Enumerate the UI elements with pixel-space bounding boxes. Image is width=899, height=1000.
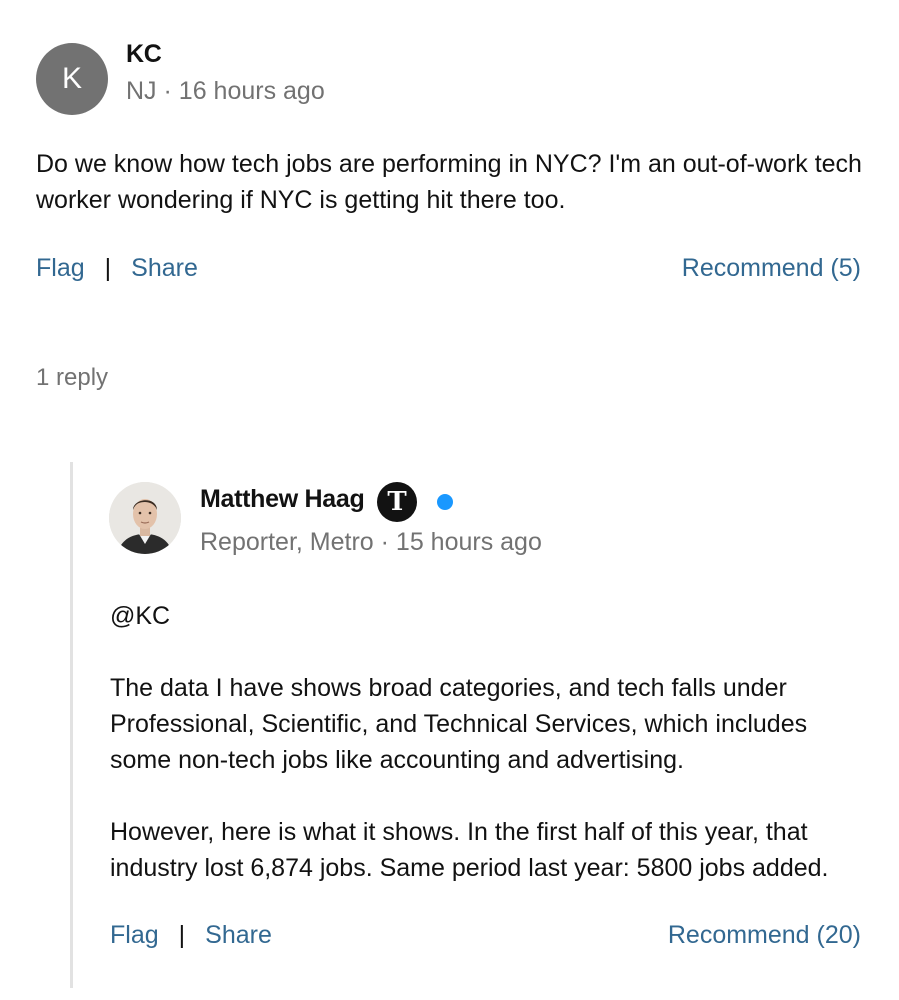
nyt-logo-letter: T (387, 487, 407, 517)
comment-thread: K KC NJ · 16 hours ago Do we know how te… (0, 0, 899, 1000)
reply-author-meta: Reporter, Metro · 15 hours ago (200, 528, 542, 557)
recommend-button[interactable]: Recommend (5) (682, 254, 861, 283)
action-divider: | (178, 921, 186, 949)
avatar[interactable]: K (36, 43, 108, 115)
nyt-logo-icon: T (377, 482, 417, 522)
comment-author-meta: NJ · 16 hours ago (126, 77, 325, 106)
reply-body: @KC The data I have shows broad categori… (110, 598, 870, 886)
reply-actions: Flag | Share (110, 921, 272, 950)
verified-dot-icon (437, 494, 453, 510)
reply-mention: @KC (110, 602, 171, 630)
meta-separator: · (163, 77, 172, 105)
flag-button[interactable]: Flag (110, 921, 159, 950)
reporter-photo (109, 482, 181, 554)
comment-actions: Flag | Share (36, 254, 198, 283)
comment-location: NJ (126, 77, 157, 105)
comment-body: Do we know how tech jobs are performing … (36, 150, 862, 214)
share-button[interactable]: Share (205, 921, 272, 950)
reply-timestamp: 15 hours ago (395, 528, 542, 556)
reply-author-name[interactable]: Matthew Haag (200, 485, 365, 514)
meta-separator: · (380, 528, 389, 556)
comment-timestamp: 16 hours ago (178, 77, 325, 105)
recommend-button[interactable]: Recommend (20) (668, 921, 861, 950)
reply-author-role: Reporter, Metro (200, 528, 374, 556)
action-divider: | (104, 254, 112, 282)
reporter-avatar[interactable] (109, 482, 181, 554)
comment-author-name[interactable]: KC (126, 40, 162, 69)
replies-toggle[interactable]: 1 reply (36, 364, 108, 392)
reply-paragraph: However, here is what it shows. In the f… (110, 818, 829, 882)
thread-line (70, 462, 73, 988)
share-button[interactable]: Share (131, 254, 198, 283)
avatar-initial: K (61, 62, 82, 95)
flag-button[interactable]: Flag (36, 254, 85, 283)
reply-paragraph: The data I have shows broad categories, … (110, 674, 808, 774)
